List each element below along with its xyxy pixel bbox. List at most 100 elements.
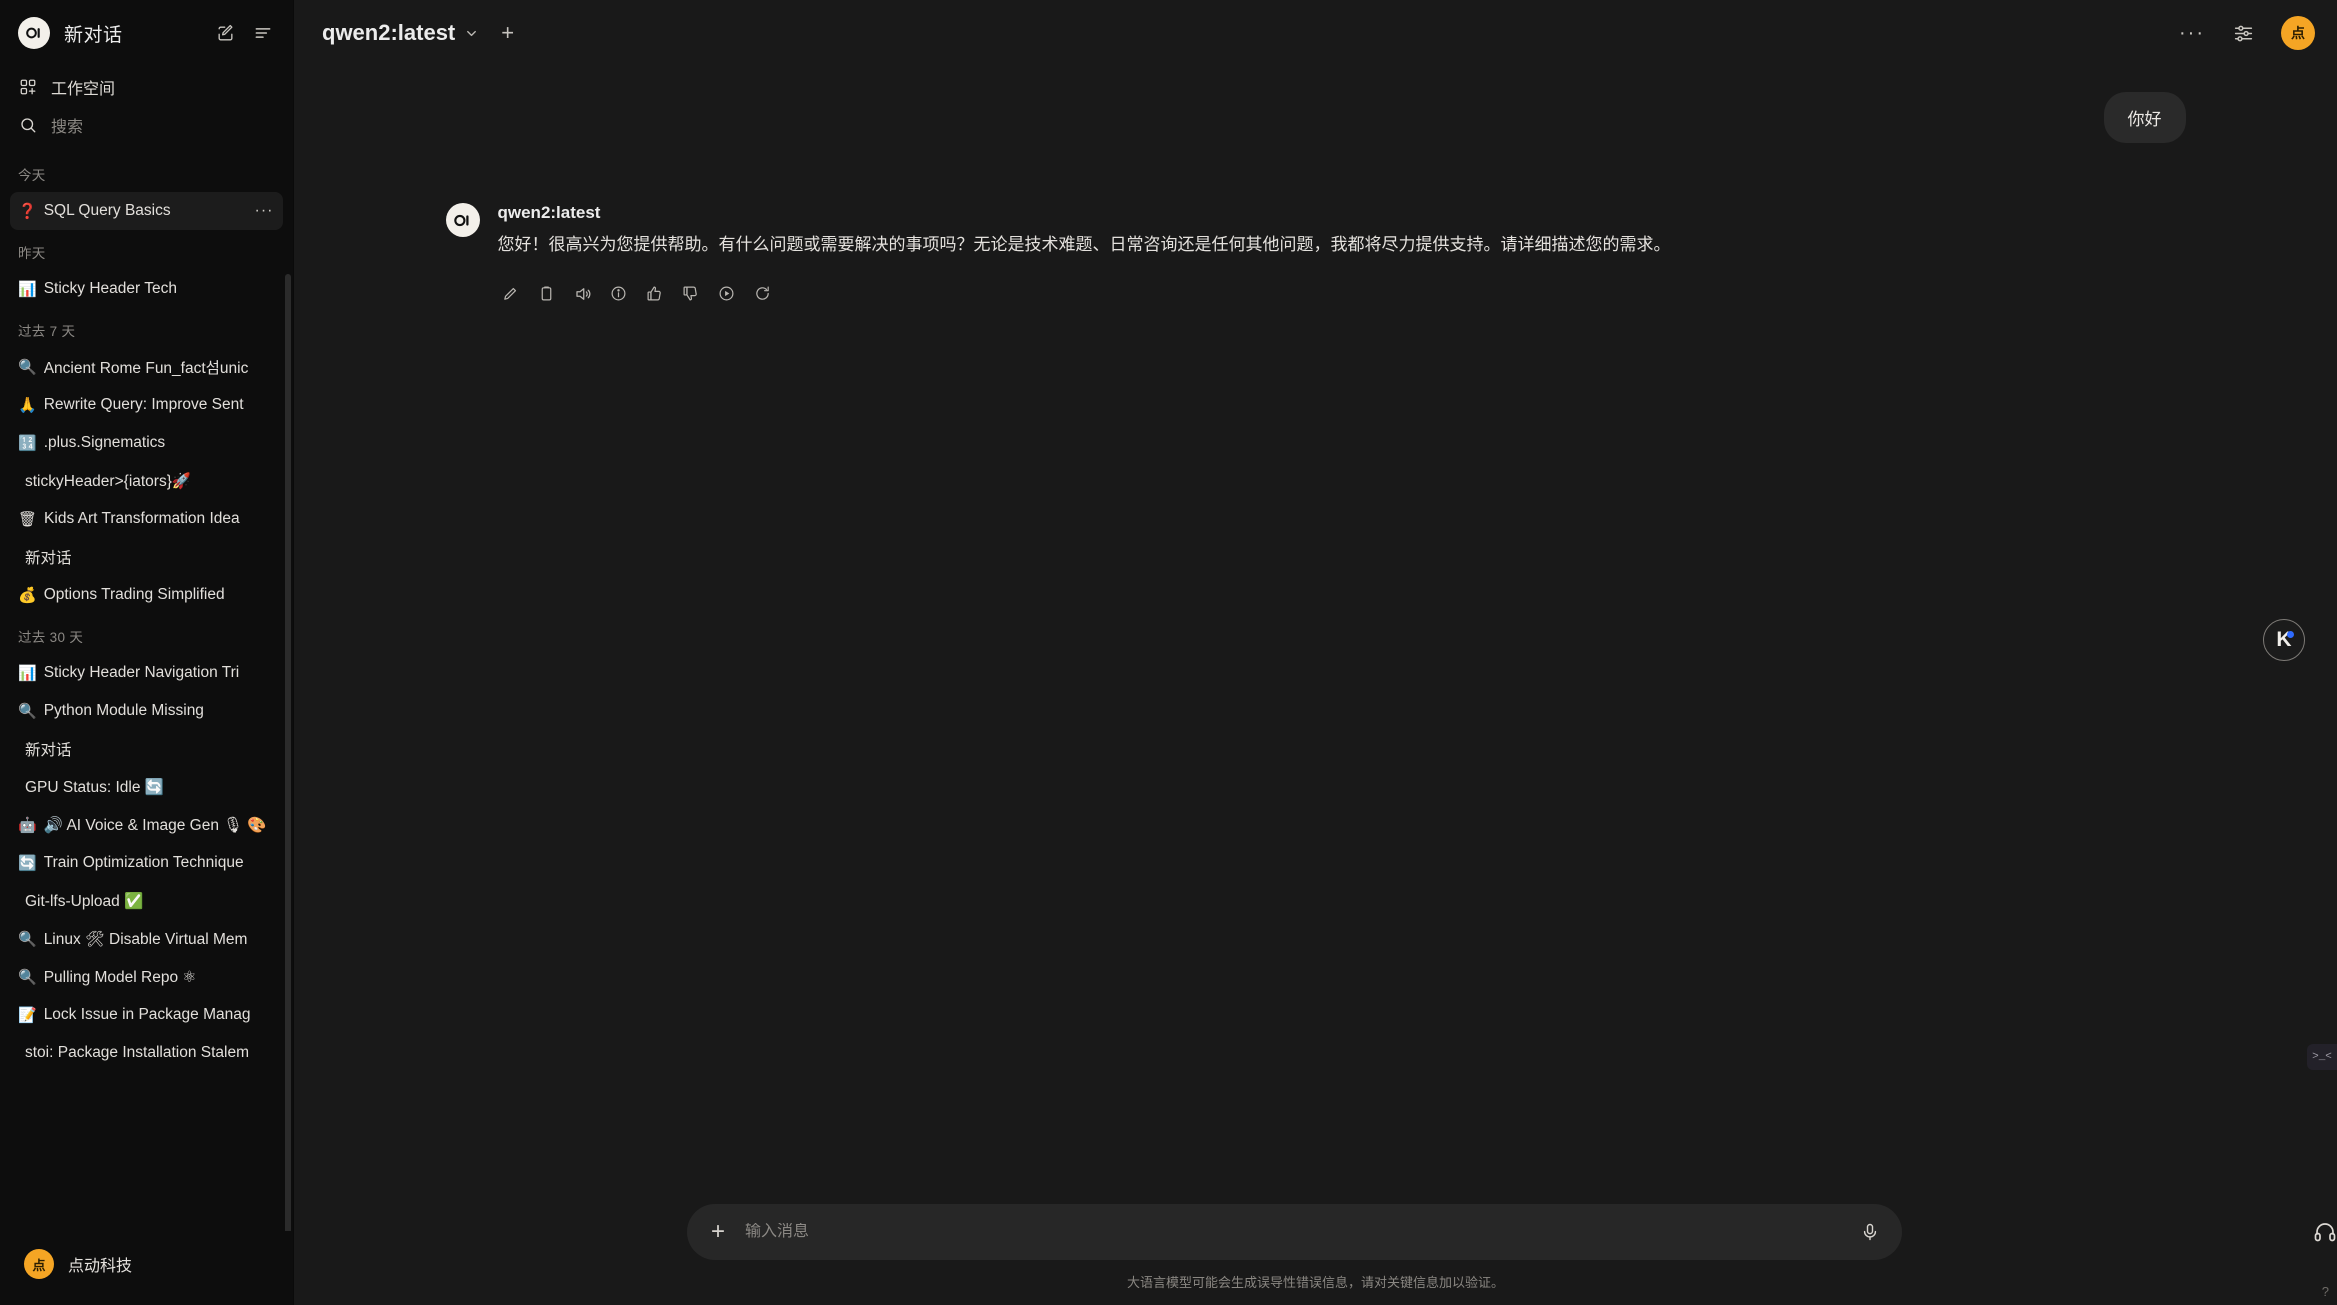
conversation-inner: 你好 qwen2:latest 您好！很高兴为您提供帮助。有什么问题或需要解决的… <box>366 66 2266 307</box>
item-title: Options Trading Simplified <box>43 586 225 603</box>
top-bar: qwen2:latest + ··· 点 <box>294 0 2337 66</box>
list-item[interactable]: 🗑 Kids Art Transformation Idea <box>10 500 283 538</box>
avatar: 点 <box>24 1249 54 1279</box>
edit-icon[interactable] <box>498 281 524 307</box>
model-selector[interactable]: qwen2:latest <box>316 16 485 50</box>
list-item[interactable]: 新对话 <box>10 538 283 576</box>
item-title: 新对话 <box>25 742 72 759</box>
copy-icon[interactable] <box>534 281 560 307</box>
new-chat-icon[interactable] <box>211 19 239 47</box>
more-options-icon[interactable]: ··· <box>2179 23 2205 43</box>
list-item[interactable]: 📝 Lock Issue in Package Manag <box>10 996 283 1034</box>
list-item[interactable]: 💰 Options Trading Simplified <box>10 576 283 614</box>
avatar[interactable]: 点 <box>2281 16 2315 50</box>
item-emoji: 📝 <box>18 1006 37 1024</box>
sidebar-scrollbar[interactable] <box>285 274 291 1231</box>
item-more-icon[interactable]: ··· <box>251 192 277 230</box>
app-logo-icon <box>18 17 50 49</box>
list-item[interactable]: 新对话 <box>10 730 283 768</box>
item-title: Git-lfs-Upload ✅ <box>25 892 144 910</box>
item-title: Pulling Model Repo ⚛ <box>43 968 197 986</box>
sidebar-item-workspace-label: 工作空间 <box>51 81 116 98</box>
sidebar-toggle-icon[interactable] <box>249 19 277 47</box>
message-input[interactable] <box>745 1223 1846 1241</box>
list-item[interactable]: 📊 Sticky Header Tech <box>10 270 283 308</box>
assistant-message-text: 您好！很高兴为您提供帮助。有什么问题或需要解决的事项吗？无论是技术难题、日常咨询… <box>497 235 1671 254</box>
list-item[interactable]: 🔄 Train Optimization Technique <box>10 844 283 882</box>
item-emoji: 🗑 <box>18 510 38 528</box>
item-title: Lock Issue in Package Manag <box>43 1006 251 1023</box>
list-item[interactable]: 🔢 .plus.Signematics <box>10 424 283 462</box>
item-title: Sticky Header Navigation Tri <box>43 664 240 681</box>
thumbs-up-icon[interactable] <box>642 281 668 307</box>
sidebar-item-search[interactable]: 搜索 <box>10 106 283 144</box>
item-emoji: 🔍 <box>18 358 37 376</box>
item-title: Rewrite Query: Improve Sent <box>43 396 244 413</box>
info-icon[interactable] <box>606 281 632 307</box>
list-item[interactable]: stoi: Package Installation Stalem <box>10 1034 283 1072</box>
message-composer[interactable]: + <box>687 1204 1902 1260</box>
regenerate-icon[interactable] <box>750 281 776 307</box>
assistant-widget-button[interactable]: K <box>2263 619 2305 661</box>
list-item[interactable]: 📊 Sticky Header Navigation Tri <box>10 654 283 692</box>
chevron-down-icon <box>464 26 479 41</box>
item-title: Kids Art Transformation Idea <box>44 510 240 527</box>
user-name: 点动科技 <box>68 1258 133 1275</box>
list-item[interactable]: Git-lfs-Upload ✅ <box>10 882 283 920</box>
item-emoji: 📊 <box>18 280 37 298</box>
sidebar: 新对话 工作空间 搜索 今天 ❓ SQL Query Basics ··· 昨天… <box>0 0 294 1305</box>
assistant-avatar-icon <box>445 203 480 237</box>
sliders-icon[interactable] <box>2229 19 2257 47</box>
sidebar-header: 新对话 <box>0 0 293 66</box>
list-item[interactable]: ❓ SQL Query Basics ··· <box>10 192 283 230</box>
conversation-list[interactable]: 今天 ❓ SQL Query Basics ··· 昨天 📊 Sticky He… <box>0 144 293 1231</box>
assistant-message-row: qwen2:latest 您好！很高兴为您提供帮助。有什么问题或需要解决的事项吗… <box>445 203 2186 307</box>
add-model-button[interactable]: + <box>495 20 520 46</box>
item-emoji: 📊 <box>18 664 37 682</box>
sidebar-item-workspace[interactable]: 工作空间 <box>10 68 283 106</box>
user-account-button[interactable]: 点 点动科技 <box>6 1231 287 1297</box>
list-item[interactable]: GPU Status: Idle 🔄 <box>10 768 283 806</box>
assistant-name: qwen2:latest <box>497 203 601 222</box>
microphone-icon[interactable] <box>1860 1222 1880 1242</box>
list-item[interactable]: stickyHeader>{iators}🚀 <box>10 462 283 500</box>
item-title: Train Optimization Technique <box>43 854 244 871</box>
item-emoji: 🔍 <box>18 968 37 986</box>
app-root: 新对话 工作空间 搜索 今天 ❓ SQL Query Basics ··· 昨天… <box>0 0 2337 1305</box>
help-button[interactable]: ? <box>2322 1284 2329 1299</box>
item-title: stoi: Package Installation Stalem <box>25 1044 250 1061</box>
item-emoji: 💰 <box>18 586 37 604</box>
speaker-icon[interactable] <box>570 281 596 307</box>
thumbs-down-icon[interactable] <box>678 281 704 307</box>
top-bar-actions: ··· 点 <box>2179 16 2315 50</box>
user-message-row: 你好 <box>446 92 2186 143</box>
item-emoji: 🙏 <box>18 396 37 414</box>
list-item[interactable]: 🤖 🔊 AI Voice & Image Gen 🎙 🎨 <box>10 806 283 844</box>
list-item[interactable]: 🔍 Python Module Missing <box>10 692 283 730</box>
item-title: stickyHeader>{iators}🚀 <box>25 472 192 490</box>
disclaimer-text: 大语言模型可能会生成误导性错误信息，请对关键信息加以验证。 <box>1126 1275 1504 1290</box>
assistant-message-body: qwen2:latest 您好！很高兴为您提供帮助。有什么问题或需要解决的事项吗… <box>498 203 1918 307</box>
easter-egg-badge[interactable]: >_< <box>2307 1044 2337 1070</box>
item-emoji: 🔍 <box>18 702 37 720</box>
attach-button[interactable]: + <box>705 1220 731 1244</box>
message-action-bar <box>498 281 1918 307</box>
item-emoji: 🔢 <box>18 434 37 452</box>
item-title: .plus.Signematics <box>43 434 166 451</box>
group-label-last30days: 过去 30 天 <box>18 630 84 645</box>
list-item[interactable]: 🙏 Rewrite Query: Improve Sent <box>10 386 283 424</box>
list-item[interactable]: 🔍 Ancient Rome Fun_fact섬unic <box>10 348 283 386</box>
group-label-last7days: 过去 7 天 <box>18 324 76 339</box>
headphones-icon[interactable] <box>2313 1220 2337 1244</box>
search-icon <box>18 115 38 135</box>
list-item[interactable]: 🔍 Linux 🛠 Disable Virtual Mem <box>10 920 283 958</box>
item-emoji: ❓ <box>18 202 37 220</box>
item-title: 新对话 <box>25 550 72 567</box>
group-label-today: 今天 <box>18 168 46 183</box>
composer-row: + <box>294 1204 2337 1260</box>
item-title: Python Module Missing <box>43 702 204 719</box>
sidebar-title: 新对话 <box>64 24 123 46</box>
list-item[interactable]: 🔍 Pulling Model Repo ⚛ <box>10 958 283 996</box>
continue-icon[interactable] <box>714 281 740 307</box>
item-emoji: 🔍 <box>18 930 37 948</box>
